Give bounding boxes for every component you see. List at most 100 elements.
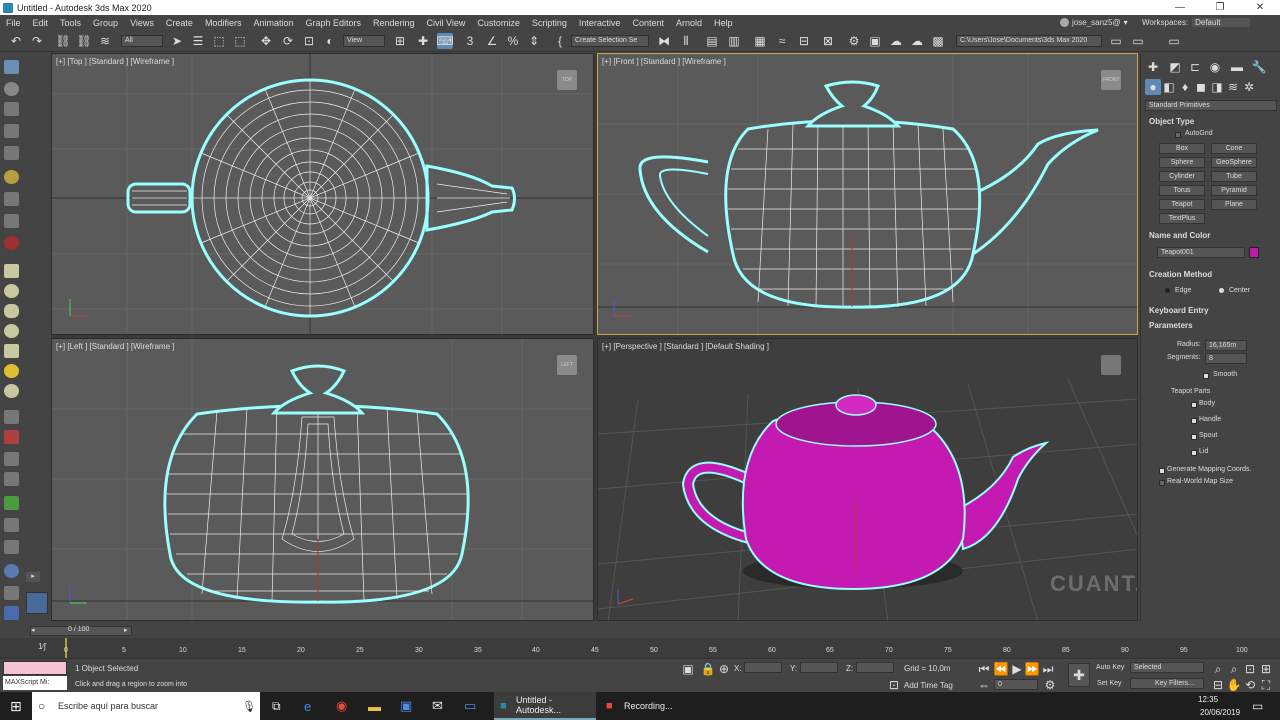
motion-icon[interactable] xyxy=(4,518,19,532)
workspace-value[interactable]: Default xyxy=(1192,18,1251,27)
center-radio[interactable] xyxy=(1219,288,1224,293)
percent-snap-icon[interactable]: % xyxy=(505,33,521,49)
display-icon[interactable] xyxy=(4,540,19,554)
menu-interactive[interactable]: Interactive xyxy=(573,18,627,28)
radius-field[interactable]: 16,165m xyxy=(1205,340,1247,351)
mail-icon[interactable]: ✉ xyxy=(432,692,443,720)
menu-rendering[interactable]: Rendering xyxy=(367,18,421,28)
chrome-icon[interactable]: ◉ xyxy=(336,692,347,720)
keyboard-shortcut-override-icon[interactable]: ⌨ xyxy=(436,33,454,49)
next-key-icon[interactable]: ⏩ xyxy=(1024,661,1040,677)
taskbar-recording[interactable]: Recording... xyxy=(600,692,702,720)
viewport-layouts-button[interactable] xyxy=(26,592,48,614)
time-config-icon[interactable]: ⚙ xyxy=(1042,677,1058,693)
x-coord-field[interactable] xyxy=(744,662,782,673)
pan-icon[interactable]: ✋ xyxy=(1226,677,1242,693)
minimize-button[interactable]: — xyxy=(1160,0,1200,15)
store-icon[interactable]: ▣ xyxy=(400,692,412,720)
window-crossing-icon[interactable]: ⬚ xyxy=(232,33,248,49)
close-button[interactable]: ✕ xyxy=(1240,0,1280,15)
task-view-icon[interactable]: ⧉ xyxy=(272,692,281,720)
primitive-category-dropdown[interactable]: Standard Primitives xyxy=(1145,100,1277,111)
selection-lock-icon[interactable]: 🔒 xyxy=(700,661,716,677)
gen-mapping-checkbox[interactable] xyxy=(1159,468,1165,474)
spinner-snap-icon[interactable]: ⇕ xyxy=(526,33,542,49)
prev-key-icon[interactable]: ⏪ xyxy=(993,661,1009,677)
viewcube-top[interactable]: TOP xyxy=(557,70,577,90)
creation-method-rollout[interactable]: Creation Method xyxy=(1149,270,1212,279)
pivot-center-icon[interactable]: ⊞ xyxy=(392,33,408,49)
helper-icon[interactable] xyxy=(4,214,19,228)
key-selection-dropdown[interactable]: Selected xyxy=(1130,662,1204,673)
viewport-top[interactable]: [+] [Top ] [Standard ] [Wireframe ] TOP xyxy=(51,53,594,335)
utilities-icon[interactable] xyxy=(4,564,19,578)
viewcube-front[interactable]: FRONT xyxy=(1101,70,1121,90)
orbit-icon[interactable]: ⟲ xyxy=(1242,677,1258,693)
undo-icon[interactable]: ↶ xyxy=(8,33,24,49)
plane-button[interactable]: Plane xyxy=(1211,199,1257,210)
cylinder-button[interactable]: Cylinder xyxy=(1159,171,1205,182)
taskbar-clock[interactable]: 12:35 xyxy=(1198,693,1218,706)
time-slider[interactable]: 0 / 100 ◂ ▸ xyxy=(0,624,1280,638)
zoom-extents-all-icon[interactable]: ⊞ xyxy=(1258,661,1274,677)
isolate-selection-icon[interactable]: ▣ xyxy=(680,661,696,677)
maximize-viewport-icon[interactable]: ⛶ xyxy=(1258,677,1274,693)
select-object-icon[interactable]: ➤ xyxy=(169,33,185,49)
prev-frame-icon[interactable]: ◂ xyxy=(31,626,35,634)
project-path-field[interactable]: C:\Users\Jose\Documents\3ds Max 2020 xyxy=(956,35,1102,47)
menu-group[interactable]: Group xyxy=(87,18,124,28)
spacewarp-icon[interactable] xyxy=(4,236,19,250)
menu-arnold[interactable]: Arnold xyxy=(670,18,708,28)
taskbar-3dsmax[interactable]: Untitled - Autodesk... xyxy=(494,692,596,720)
expand-toolbar-icon[interactable]: ▸ xyxy=(26,572,40,582)
viewport-top-label[interactable]: [+] [Top ] [Standard ] [Wireframe ] xyxy=(56,57,174,66)
remote-desktop-icon[interactable]: ▭ xyxy=(464,692,476,720)
keyboard-entry-rollout[interactable]: Keyboard Entry xyxy=(1149,306,1209,315)
render-production-icon[interactable]: ☁ xyxy=(888,33,904,49)
save-project-icon[interactable]: ▭ xyxy=(1130,33,1146,49)
snaps-toggle-icon[interactable]: 3 xyxy=(462,33,478,49)
rotate-icon[interactable]: ⟳ xyxy=(280,33,296,49)
maxscript-mini-field[interactable]: MAXScript Mi: xyxy=(3,676,67,690)
menu-modifiers[interactable]: Modifiers xyxy=(199,18,248,28)
project-folder-icon[interactable]: ▭ xyxy=(1108,33,1124,49)
angle-snap-icon[interactable]: ∠ xyxy=(484,33,500,49)
place-icon[interactable]: ◐ xyxy=(322,33,338,49)
utilities-tab-icon[interactable]: 🔧 xyxy=(1251,59,1267,75)
menu-scripting[interactable]: Scripting xyxy=(526,18,573,28)
project-settings-icon[interactable]: ▭ xyxy=(1166,33,1182,49)
torus-button[interactable]: Torus xyxy=(1159,185,1205,196)
camera-icon[interactable] xyxy=(4,192,19,206)
menu-edit[interactable]: Edit xyxy=(27,18,55,28)
object-color-swatch[interactable] xyxy=(1249,247,1259,258)
key-mode-toggle-icon[interactable]: ⇔ xyxy=(976,677,992,693)
paint-select-icon[interactable] xyxy=(4,102,19,116)
menu-help[interactable]: Help xyxy=(708,18,739,28)
viewport-layout-icon[interactable] xyxy=(4,606,19,620)
time-tag-icon[interactable]: ⊡ xyxy=(886,677,902,693)
viewcube-perspective[interactable] xyxy=(1101,355,1121,375)
play-icon[interactable]: ▶ xyxy=(1009,661,1025,677)
object-name-field[interactable]: Teapot001 xyxy=(1157,247,1245,258)
primitive-torus-icon[interactable] xyxy=(4,324,19,338)
hierarchy-tab-icon[interactable]: ⊏ xyxy=(1187,59,1203,75)
redo-icon[interactable]: ↷ xyxy=(29,33,45,49)
render-cloud-icon[interactable]: ▩ xyxy=(930,33,946,49)
set-key-mode-icon[interactable]: ✚ xyxy=(1068,663,1090,687)
zoom-region-icon[interactable]: ⊟ xyxy=(1210,677,1226,693)
pyramid-button[interactable]: Pyramid xyxy=(1211,185,1257,196)
user-account[interactable]: jose_sanz5@ ▾ xyxy=(1060,15,1128,30)
layer-icon[interactable] xyxy=(4,586,19,600)
windows-start-icon[interactable]: ⊞ xyxy=(10,692,22,720)
hierarchy-icon[interactable] xyxy=(4,472,19,486)
y-coord-field[interactable] xyxy=(800,662,838,673)
taskbar-search-box[interactable]: Escribe aquí para buscar xyxy=(32,692,260,720)
viewport-left[interactable]: [+] [Left ] [Standard ] [Wireframe ] LEF… xyxy=(51,338,594,621)
teapot-button[interactable]: Teapot xyxy=(1159,199,1205,210)
key-mode-icon[interactable]: 1⁄∫ xyxy=(38,642,46,651)
zoom-extents-icon[interactable]: ⊡ xyxy=(1242,661,1258,677)
workspace-selector[interactable]: Workspaces: Default xyxy=(1142,15,1251,30)
scale-icon[interactable]: ⊡ xyxy=(301,33,317,49)
select-tool-icon[interactable] xyxy=(4,60,19,74)
menu-customize[interactable]: Customize xyxy=(471,18,526,28)
